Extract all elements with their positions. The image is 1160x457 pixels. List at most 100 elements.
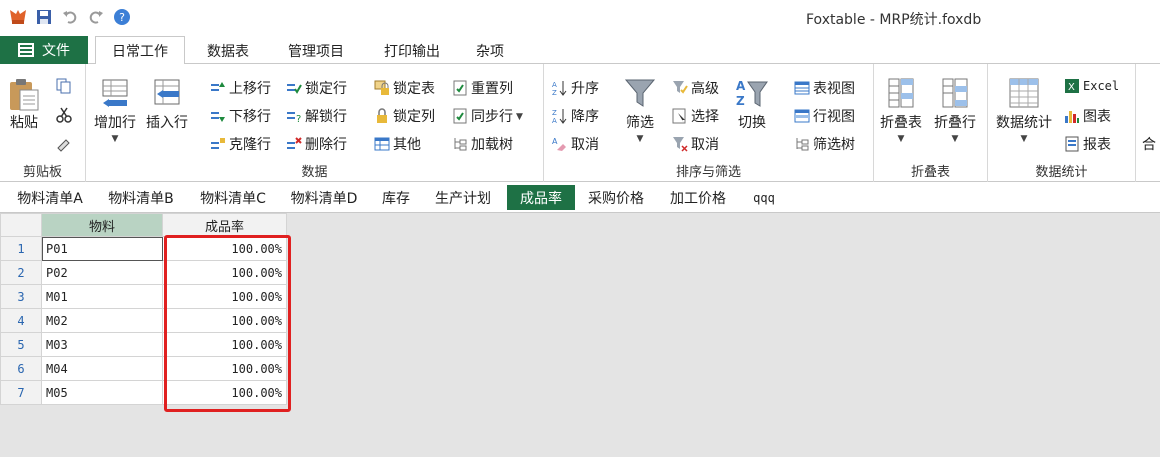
sheet-tab-bom-d[interactable]: 物料清单D <box>283 185 365 210</box>
sheet-tab-qqq[interactable]: qqq <box>744 185 784 210</box>
row-number[interactable]: 6 <box>0 356 42 381</box>
load-tree-button[interactable]: 加载树 <box>452 134 513 154</box>
sort-ascending-button[interactable]: AZ 升序 <box>552 78 599 98</box>
reset-column-button[interactable]: 重置列 <box>452 78 513 98</box>
file-tab[interactable]: 文件 <box>0 36 88 64</box>
unlock-row-label: 解锁行 <box>305 109 347 125</box>
cut-icon[interactable] <box>56 107 72 123</box>
tab-manage-project[interactable]: 管理项目 <box>272 36 360 65</box>
paste-button[interactable]: 粘贴 <box>8 78 40 132</box>
save-icon[interactable] <box>34 7 54 27</box>
table-row[interactable]: 2 P02 100.00% <box>0 260 287 285</box>
add-row-button[interactable]: 增加行 ▼ <box>94 78 136 144</box>
yield-rate-cell[interactable]: 100.00% <box>162 380 287 405</box>
yield-rate-cell[interactable]: 100.00% <box>162 308 287 333</box>
sheet-tab-bom-b[interactable]: 物料清单B <box>100 185 182 210</box>
fold-table-button[interactable]: 折叠表 ▼ <box>880 78 922 144</box>
sheet-tab-yield-rate[interactable]: 成品率 <box>507 185 575 210</box>
lock-column-button[interactable]: 锁定列 <box>374 106 435 126</box>
lock-column-label: 锁定列 <box>393 109 435 125</box>
sheet-tab-purchase-price[interactable]: 采购价格 <box>580 185 652 210</box>
other-button[interactable]: 其他 <box>374 134 421 154</box>
delete-row-button[interactable]: 删除行 <box>286 134 347 154</box>
tab-misc[interactable]: 杂项 <box>462 36 518 65</box>
sync-row-button[interactable]: 同步行 ▼ <box>452 106 523 126</box>
app-logo-icon[interactable] <box>8 7 28 27</box>
data-stats-button[interactable]: 数据统计 ▼ <box>996 78 1052 144</box>
fold-row-dropdown-icon[interactable]: ▼ <box>952 134 959 144</box>
material-cell[interactable]: P02 <box>41 260 163 285</box>
excel-button[interactable]: X Excel <box>1064 78 1119 94</box>
fold-table-dropdown-icon[interactable]: ▼ <box>898 134 905 144</box>
material-cell[interactable]: M04 <box>41 356 163 381</box>
filter-tree-button[interactable]: 筛选树 <box>794 134 855 154</box>
yield-rate-cell[interactable]: 100.00% <box>162 332 287 357</box>
report-button[interactable]: 报表 <box>1064 134 1111 154</box>
chart-button[interactable]: 图表 <box>1064 106 1111 126</box>
undo-icon[interactable] <box>60 7 80 27</box>
sheet-tab-inventory[interactable]: 库存 <box>374 185 418 210</box>
funnel-icon <box>624 78 656 108</box>
yield-rate-cell[interactable]: 100.00% <box>162 260 287 285</box>
row-view-button[interactable]: 行视图 <box>794 106 855 126</box>
column-header-material[interactable]: 物料 <box>41 213 163 237</box>
cancel-filter-button[interactable]: 取消 <box>672 134 719 154</box>
yield-rate-cell[interactable]: 100.00% <box>162 356 287 381</box>
tab-data-table[interactable]: 数据表 <box>193 36 263 65</box>
tab-print-output[interactable]: 打印输出 <box>368 36 456 65</box>
table-row[interactable]: 7 M05 100.00% <box>0 380 287 405</box>
help-icon[interactable]: ? <box>112 7 132 27</box>
table-row[interactable]: 4 M02 100.00% <box>0 308 287 333</box>
row-number[interactable]: 2 <box>0 260 42 285</box>
cancel-sort-button[interactable]: A 取消 <box>552 134 599 154</box>
table-view-button[interactable]: 表视图 <box>794 78 855 98</box>
table-row[interactable]: 1 P01 100.00% <box>0 236 287 261</box>
sheet-tab-bom-a[interactable]: 物料清单A <box>10 185 90 210</box>
corner-cell[interactable] <box>0 213 42 237</box>
toggle-button[interactable]: AZ 切换 <box>736 78 768 132</box>
material-cell[interactable]: M03 <box>41 332 163 357</box>
table-row[interactable]: 5 M03 100.00% <box>0 332 287 357</box>
format-painter-icon[interactable] <box>56 136 72 152</box>
sheet-tab-processing-price[interactable]: 加工价格 <box>662 185 734 210</box>
select-button[interactable]: 选择 <box>672 106 719 126</box>
row-number[interactable]: 5 <box>0 332 42 357</box>
data-stats-dropdown-icon[interactable]: ▼ <box>1021 134 1028 144</box>
sort-descending-button[interactable]: ZA 降序 <box>552 106 599 126</box>
filter-dropdown-icon[interactable]: ▼ <box>637 134 644 144</box>
insert-row-button[interactable]: 插入行 <box>146 78 188 132</box>
sync-row-dropdown-icon[interactable]: ▼ <box>516 112 523 122</box>
yield-rate-cell[interactable]: 100.00% <box>162 284 287 309</box>
yield-rate-cell[interactable]: 100.00% <box>162 236 287 261</box>
material-cell[interactable]: P01 <box>41 236 163 261</box>
add-row-dropdown-icon[interactable]: ▼ <box>112 134 119 144</box>
sheet-tab-production-plan[interactable]: 生产计划 <box>427 185 499 210</box>
lock-row-button[interactable]: 锁定行 <box>286 78 347 98</box>
filter-button[interactable]: 筛选 ▼ <box>624 78 656 144</box>
copy-icon[interactable] <box>56 78 72 94</box>
row-number[interactable]: 3 <box>0 284 42 309</box>
table-row[interactable]: 3 M01 100.00% <box>0 284 287 309</box>
fold-row-button[interactable]: 折叠行 ▼ <box>934 78 976 144</box>
clone-row-button[interactable]: 克隆行 <box>210 134 271 154</box>
advanced-filter-icon <box>672 80 688 96</box>
sheet-tab-bom-c[interactable]: 物料清单C <box>192 185 274 210</box>
tab-daily-work[interactable]: 日常工作 <box>95 36 185 65</box>
table-row[interactable]: 6 M04 100.00% <box>0 356 287 381</box>
advanced-filter-button[interactable]: 高级 <box>672 78 719 98</box>
table-view-label: 表视图 <box>813 81 855 97</box>
material-cell[interactable]: M05 <box>41 380 163 405</box>
svg-text:A: A <box>552 117 557 124</box>
unlock-row-button[interactable]: ? 解锁行 <box>286 106 347 126</box>
row-number[interactable]: 4 <box>0 308 42 333</box>
move-up-row-button[interactable]: 上移行 <box>210 78 271 98</box>
material-cell[interactable]: M01 <box>41 284 163 309</box>
column-header-yield-rate[interactable]: 成品率 <box>162 213 287 237</box>
move-down-row-button[interactable]: 下移行 <box>210 106 271 126</box>
material-cell[interactable]: M02 <box>41 308 163 333</box>
merge-button[interactable]: 合 <box>1142 134 1156 154</box>
redo-icon[interactable] <box>86 7 106 27</box>
row-number[interactable]: 7 <box>0 380 42 405</box>
lock-table-button[interactable]: 锁定表 <box>374 78 435 98</box>
row-number[interactable]: 1 <box>0 236 42 261</box>
